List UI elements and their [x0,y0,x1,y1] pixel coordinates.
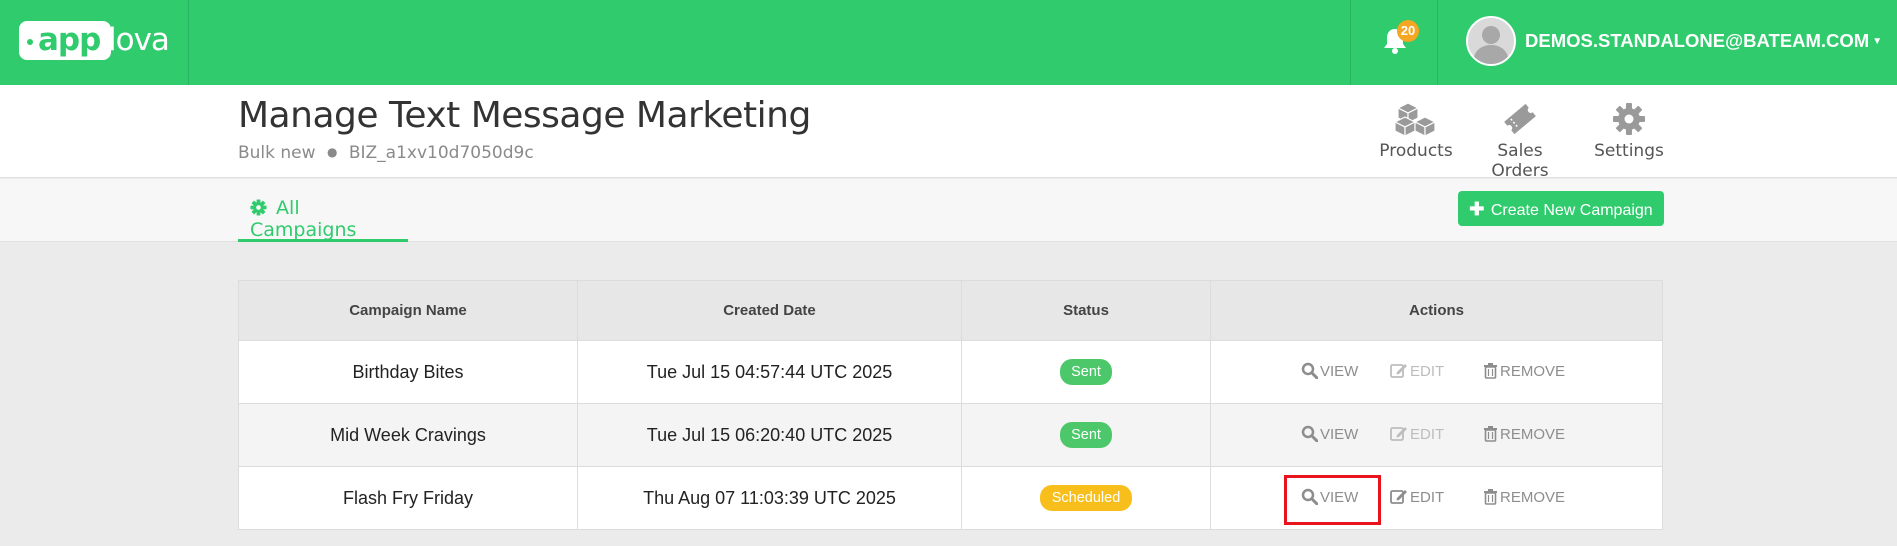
tab-all-campaigns[interactable]: All Campaigns [238,179,408,242]
logo-app-box: app [19,21,112,60]
header-campaign-name: Campaign Name [238,280,578,341]
table-row: Mid Week Cravings Tue Jul 15 06:20:40 UT… [238,403,1663,467]
separator-dot: ● [326,145,338,159]
edit-icon [1390,427,1407,441]
edit-label: EDIT [1410,363,1445,380]
nav-sales-orders[interactable]: Sales Orders [1468,101,1572,181]
edit-icon [1390,490,1407,504]
edit-button[interactable]: EDIT [1390,425,1444,443]
brand-logo[interactable]: app lova [0,0,189,85]
create-campaign-label: Create New Campaign [1490,202,1653,219]
notification-count-badge: 20 [1397,20,1419,42]
nav-settings-label: Settings [1594,141,1664,161]
actions-cell: VIEW EDIT REMOVE [1210,340,1663,404]
user-email: DEMOS.STANDALONE@BATEAM.COM [1525,30,1870,51]
logo-app-text: app [38,22,101,58]
view-button[interactable]: VIEW [1301,488,1358,506]
nav-settings[interactable]: Settings [1591,101,1667,161]
campaign-name: Flash Fry Friday [238,466,578,530]
header-status: Status [961,280,1211,341]
view-label: VIEW [1320,363,1359,380]
boxes-icon [1393,102,1437,137]
table-header-row: Campaign Name Created Date Status Action… [238,280,1663,341]
status-cell: Scheduled [961,466,1211,530]
campaigns-table-wrapper: Campaign Name Created Date Status Action… [238,280,1663,530]
remove-button[interactable]: REMOVE [1483,425,1565,443]
header-created-date: Created Date [577,280,962,341]
view-button[interactable]: VIEW [1301,362,1358,380]
edit-label: EDIT [1410,489,1445,506]
ticket-icon [1504,103,1536,135]
business-name: Bulk new [238,143,316,163]
logo-lova-text: lova [108,22,170,58]
gear-icon [1613,103,1645,135]
nav-products[interactable]: Products [1378,101,1454,161]
search-icon [1301,362,1319,380]
page-header: Manage Text Message Marketing Bulk new ●… [0,85,1897,181]
search-icon [1301,425,1319,443]
chevron-down-icon: ▼ [1872,35,1883,47]
created-date: Thu Aug 07 11:03:39 UTC 2025 [577,466,962,530]
search-icon [1301,488,1319,506]
view-button[interactable]: VIEW [1301,425,1358,443]
notifications-button[interactable]: 20 [1350,0,1438,85]
edit-icon [1390,364,1407,378]
edit-label: EDIT [1410,426,1445,443]
page-title: Manage Text Message Marketing [238,95,811,136]
campaign-name: Mid Week Cravings [238,403,578,467]
trash-icon [1484,426,1497,442]
status-cell: Sent [961,340,1211,404]
create-campaign-button[interactable]: ✚ Create New Campaign [1458,191,1664,226]
trash-icon [1484,489,1497,505]
table-row: Birthday Bites Tue Jul 15 04:57:44 UTC 2… [238,340,1663,404]
status-badge: Sent [1060,422,1112,448]
campaigns-table: Campaign Name Created Date Status Action… [238,280,1663,530]
plus-icon: ✚ [1469,199,1485,219]
user-silhouette-icon [1473,26,1509,64]
status-badge: Scheduled [1039,485,1133,511]
business-subtitle: Bulk new ● BIZ_a1xv10d7050d9c [238,143,534,163]
actions-cell: VIEW EDIT REMOVE [1210,466,1663,530]
created-date: Tue Jul 15 04:57:44 UTC 2025 [577,340,962,404]
nav-products-label: Products [1379,141,1453,161]
avatar [1466,16,1516,66]
trash-icon [1484,363,1497,379]
status-badge: Sent [1060,359,1112,385]
remove-button[interactable]: REMOVE [1483,362,1565,380]
remove-label: REMOVE [1500,363,1566,380]
header-actions: Actions [1210,280,1663,341]
edit-button[interactable]: EDIT [1390,488,1444,506]
view-label: VIEW [1320,426,1359,443]
actions-cell: VIEW EDIT REMOVE [1210,403,1663,467]
logo-dot [27,39,33,45]
user-menu[interactable]: DEMOS.STANDALONE@BATEAM.COM ▼ [1466,16,1882,66]
nav-sales-orders-label: Sales Orders [1491,141,1549,181]
gear-icon [250,199,267,216]
remove-button[interactable]: REMOVE [1483,488,1565,506]
tab-bar: All Campaigns ✚ Create New Campaign [0,179,1897,242]
table-row: Flash Fry Friday Thu Aug 07 11:03:39 UTC… [238,466,1663,530]
top-navbar: app lova 20 DEMOS.STANDALONE@BATEAM.COM … [0,0,1897,85]
remove-label: REMOVE [1500,426,1566,443]
edit-button[interactable]: EDIT [1390,362,1444,380]
remove-label: REMOVE [1500,489,1566,506]
view-label: VIEW [1320,489,1359,506]
business-id: BIZ_a1xv10d7050d9c [348,143,534,163]
status-cell: Sent [961,403,1211,467]
created-date: Tue Jul 15 06:20:40 UTC 2025 [577,403,962,467]
campaign-name: Birthday Bites [238,340,578,404]
